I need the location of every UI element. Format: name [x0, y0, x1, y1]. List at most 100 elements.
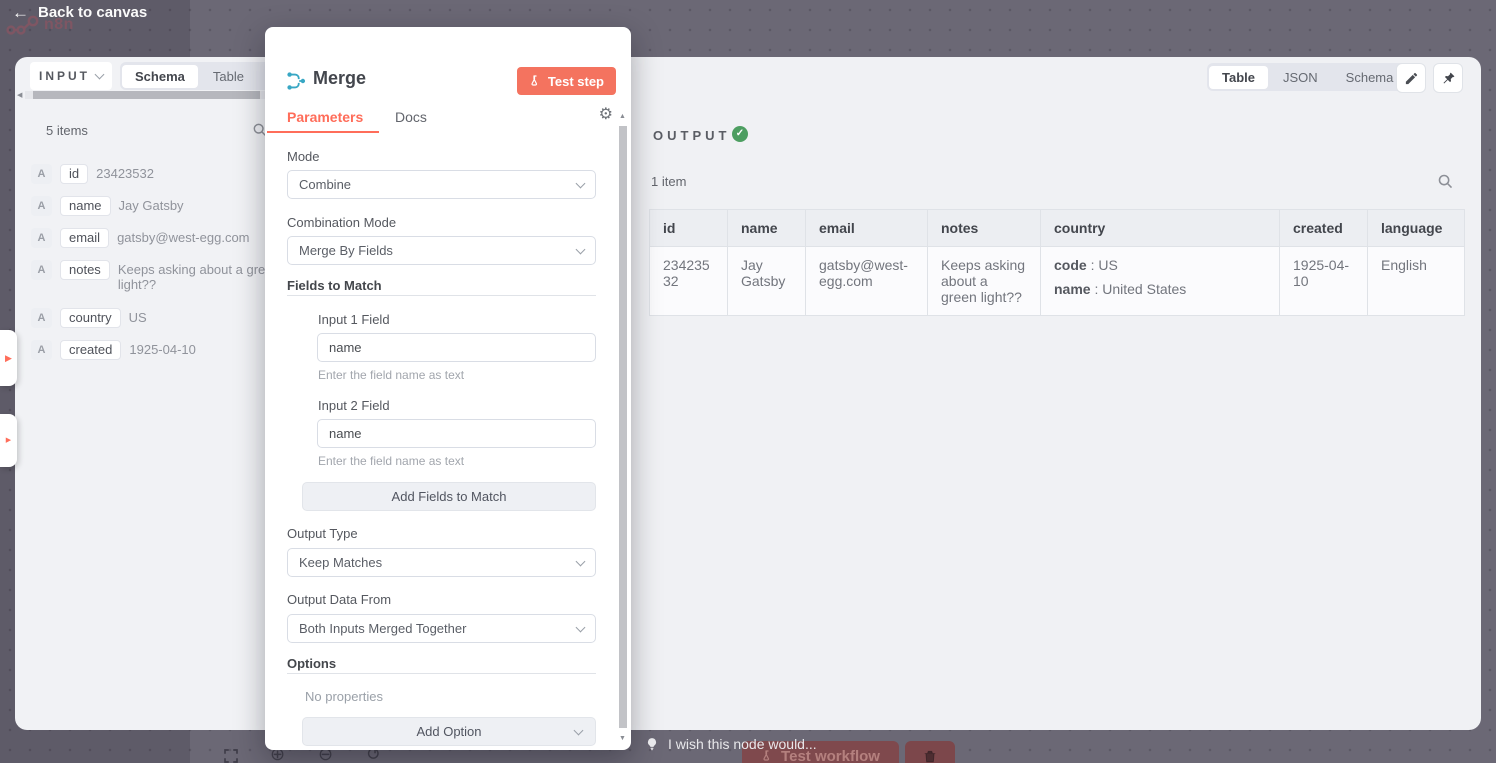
schema-item-id: A id 23423532 — [31, 164, 154, 184]
input-items-count: 5 items — [46, 123, 88, 138]
column-header-email: email — [806, 210, 928, 247]
scrollbar-thumb[interactable] — [619, 126, 627, 728]
string-type-icon: A — [31, 340, 52, 360]
cell-name: Jay Gatsby — [728, 247, 806, 316]
chevron-down-icon — [95, 70, 105, 80]
chevron-down-icon — [576, 178, 586, 188]
delete-node-button-dimmed[interactable] — [905, 741, 955, 763]
schema-key[interactable]: id — [60, 164, 88, 184]
combination-mode-select[interactable]: Merge By Fields — [287, 236, 596, 265]
options-heading: Options — [287, 656, 336, 671]
schema-key[interactable]: country — [60, 308, 121, 328]
node-settings-gear-icon[interactable]: ⚙ — [599, 107, 613, 123]
arrow-right-icon: ▶ — [5, 354, 12, 363]
output-items-count: 1 item — [651, 174, 686, 189]
back-to-canvas-button[interactable]: ← Back to canvas — [12, 4, 147, 21]
output-data-table: id name email notes country created lang… — [649, 209, 1465, 316]
table-row: 23423532 Jay Gatsby gatsby@west-egg.com … — [650, 247, 1465, 316]
section-divider — [287, 673, 596, 674]
schema-key[interactable]: created — [60, 340, 121, 360]
output-tab-table[interactable]: Table — [1209, 66, 1268, 89]
mode-value: Combine — [299, 177, 577, 192]
chevron-down-icon — [576, 244, 586, 254]
pencil-icon — [1404, 71, 1419, 86]
column-header-id: id — [650, 210, 728, 247]
input-1-connector-tab[interactable]: ▶ — [0, 330, 17, 386]
schema-key[interactable]: notes — [60, 260, 110, 280]
input-panel-title: INPUT — [39, 69, 90, 83]
output-data-from-label: Output Data From — [287, 592, 391, 607]
node-feedback-label: I wish this node would... — [668, 736, 817, 752]
back-arrow-icon: ← — [12, 4, 29, 21]
test-step-button[interactable]: Test step — [517, 67, 616, 95]
scrollbar-track[interactable] — [25, 91, 267, 99]
input-tab-schema[interactable]: Schema — [122, 65, 198, 88]
schema-key[interactable]: name — [60, 196, 111, 216]
country-code-key: code — [1054, 257, 1087, 273]
cell-created: 1925-04-10 — [1280, 247, 1368, 316]
schema-value: Jay Gatsby — [119, 196, 184, 213]
trash-icon — [923, 749, 937, 763]
merge-node-dialog: Merge Test step Parameters Docs ⚙ Mode C… — [265, 27, 631, 750]
fields-to-match-heading: Fields to Match — [287, 278, 382, 293]
chevron-down-icon — [576, 556, 586, 566]
scroll-down-arrow-icon[interactable]: ▼ — [619, 735, 626, 742]
input-source-selector[interactable]: INPUT — [30, 62, 112, 90]
column-header-language: language — [1368, 210, 1465, 247]
input-1-field-label: Input 1 Field — [318, 312, 390, 327]
output-data-from-select[interactable]: Both Inputs Merged Together — [287, 614, 596, 643]
scrollbar-thumb[interactable] — [33, 91, 260, 99]
input-2-connector-tab[interactable]: ▶ — [0, 414, 17, 467]
add-option-button[interactable]: Add Option — [302, 717, 596, 746]
output-tab-json[interactable]: JSON — [1270, 66, 1331, 89]
column-header-country: country — [1041, 210, 1280, 247]
schema-key[interactable]: email — [60, 228, 109, 248]
tab-parameters[interactable]: Parameters — [287, 109, 363, 125]
add-option-label: Add Option — [416, 724, 481, 739]
output-search-icon[interactable] — [1437, 173, 1454, 190]
output-type-label: Output Type — [287, 526, 358, 541]
column-header-name: name — [728, 210, 806, 247]
schema-value: US — [129, 308, 147, 325]
add-fields-to-match-button[interactable]: Add Fields to Match — [302, 482, 596, 511]
arrow-right-icon: ▶ — [6, 437, 11, 444]
column-header-created: created — [1280, 210, 1368, 247]
schema-item-name: A name Jay Gatsby — [31, 196, 184, 216]
output-panel: OUTPUT ✓ Table JSON Schema 1 item — [631, 57, 1481, 730]
input-1-field-input[interactable] — [317, 333, 596, 362]
cell-email: gatsby@west-egg.com — [806, 247, 928, 316]
add-fields-to-match-label: Add Fields to Match — [392, 489, 507, 504]
string-type-icon: A — [31, 164, 52, 184]
output-view-tabs: Table JSON Schema — [1207, 63, 1408, 91]
schema-item-created: A created 1925-04-10 — [31, 340, 196, 360]
node-title: Merge — [313, 68, 366, 89]
output-panel-title: OUTPUT — [653, 128, 730, 143]
input-horizontal-scrollbar[interactable]: ◀ — [17, 90, 267, 99]
pin-icon — [1441, 71, 1456, 86]
cell-notes: Keeps asking about a green light?? — [928, 247, 1041, 316]
active-tab-underline — [267, 131, 379, 133]
tab-docs[interactable]: Docs — [395, 109, 427, 125]
no-properties-text: No properties — [305, 689, 383, 704]
mode-label: Mode — [287, 149, 320, 164]
output-type-select[interactable]: Keep Matches — [287, 548, 596, 577]
schema-value: 23423532 — [96, 164, 154, 181]
input-1-field-hint: Enter the field name as text — [318, 368, 464, 382]
input-tab-table[interactable]: Table — [200, 65, 257, 88]
scroll-left-arrow-icon[interactable]: ◀ — [17, 91, 22, 99]
combination-mode-label: Combination Mode — [287, 215, 396, 230]
node-feedback-link[interactable]: I wish this node would... — [645, 736, 817, 752]
mode-select[interactable]: Combine — [287, 170, 596, 199]
dialog-scrollbar[interactable]: ▲ ▼ — [618, 113, 628, 742]
fit-view-icon[interactable] — [222, 747, 240, 763]
input-2-field-hint: Enter the field name as text — [318, 454, 464, 468]
input-2-field-label: Input 2 Field — [318, 398, 390, 413]
scroll-up-arrow-icon[interactable]: ▲ — [619, 113, 626, 120]
test-step-label: Test step — [548, 74, 604, 89]
edit-output-button[interactable] — [1396, 63, 1426, 93]
column-header-notes: notes — [928, 210, 1041, 247]
string-type-icon: A — [31, 196, 52, 216]
cell-id: 23423532 — [650, 247, 728, 316]
input-2-field-input[interactable] — [317, 419, 596, 448]
pin-data-button[interactable] — [1433, 63, 1463, 93]
